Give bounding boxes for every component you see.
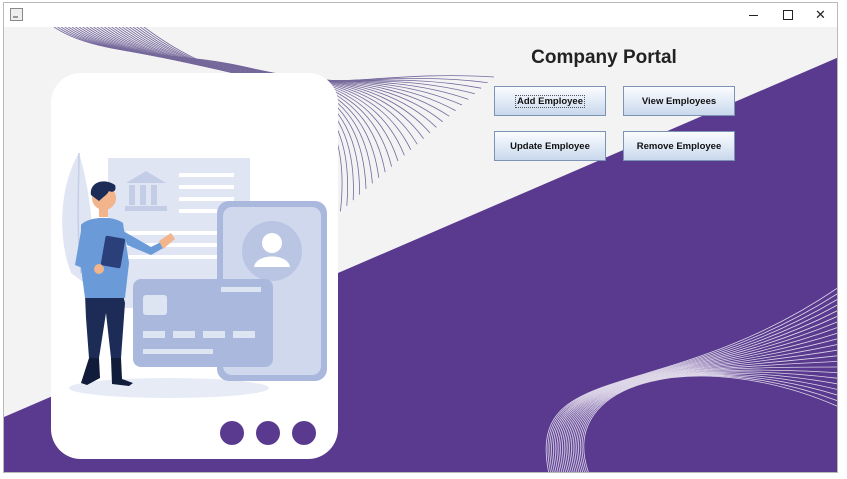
view-employees-button[interactable]: View Employees — [623, 86, 735, 116]
remove-employee-button[interactable]: Remove Employee — [623, 131, 735, 161]
title-bar: ✕ — [4, 3, 837, 27]
app-window: ✕ Company Portal Add Employee View Emplo… — [3, 2, 838, 473]
update-employee-label: Update Employee — [510, 140, 590, 152]
close-icon: ✕ — [815, 7, 826, 23]
remove-employee-label: Remove Employee — [636, 140, 722, 152]
carousel-dot-1[interactable] — [220, 421, 244, 445]
main-panel: Company Portal Add Employee View Employe… — [4, 27, 837, 472]
update-employee-button[interactable]: Update Employee — [494, 131, 606, 161]
add-employee-button[interactable]: Add Employee — [494, 86, 606, 116]
page-title: Company Portal — [531, 47, 677, 68]
carousel-dot-2[interactable] — [256, 421, 280, 445]
close-button[interactable]: ✕ — [803, 3, 837, 27]
minimize-icon — [749, 15, 758, 16]
carousel-dot-3[interactable] — [292, 421, 316, 445]
maximize-button[interactable] — [770, 3, 805, 27]
add-employee-label: Add Employee — [515, 94, 585, 108]
maximize-icon — [782, 10, 793, 20]
view-employees-label: View Employees — [641, 95, 717, 107]
employee-illustration — [62, 152, 327, 398]
illustration-card — [51, 73, 338, 459]
java-app-icon — [10, 8, 23, 21]
credit-card-icon — [133, 279, 273, 367]
minimize-button[interactable] — [736, 3, 771, 27]
